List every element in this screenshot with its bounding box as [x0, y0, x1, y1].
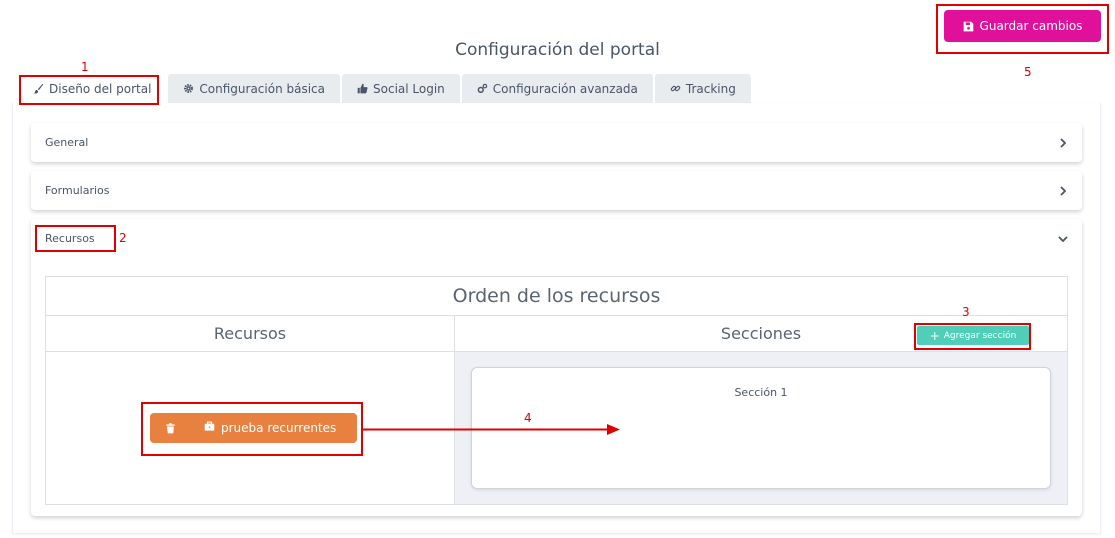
- resource-item[interactable]: prueba recurrentes: [150, 413, 357, 443]
- tab-advanced-config[interactable]: Configuración avanzada: [461, 74, 653, 103]
- plus-icon: +: [929, 328, 940, 343]
- tab-label: Configuración avanzada: [492, 81, 638, 96]
- accordion-resources-label: Recursos: [45, 232, 95, 245]
- tab-label: Diseño del portal: [49, 81, 152, 96]
- add-section-button[interactable]: + Agregar sección: [917, 326, 1029, 345]
- resources-order-table: Orden de los recursos Recursos Secciones…: [45, 276, 1068, 505]
- tab-label: Tracking: [685, 81, 736, 96]
- delete-resource-button[interactable]: [150, 422, 190, 434]
- accordion-resources: Recursos Orden de los recursos Recursos …: [31, 219, 1082, 516]
- accordion-general[interactable]: General: [31, 123, 1082, 162]
- tab-basic-config[interactable]: Configuración básica: [168, 74, 341, 103]
- tab-bar: Diseño del portal Configuración básica S…: [18, 74, 751, 103]
- annotation-number: 2: [119, 231, 127, 245]
- brush-icon: [33, 83, 44, 94]
- save-changes-label: Guardar cambios: [979, 19, 1083, 33]
- accordion-forms[interactable]: Formularios: [31, 171, 1082, 210]
- tab-social-login[interactable]: Social Login: [342, 74, 460, 103]
- link-icon: [670, 85, 681, 92]
- tab-tracking[interactable]: Tracking: [654, 74, 751, 103]
- floppy-disk-icon: [963, 21, 973, 31]
- tab-portal-design[interactable]: Diseño del portal: [18, 74, 167, 103]
- trash-icon: [165, 422, 175, 433]
- chevron-down-icon: [1058, 235, 1068, 242]
- thumbs-up-icon: [357, 83, 368, 94]
- add-section-label: Agregar sección: [943, 330, 1017, 341]
- gear-icon: [184, 84, 194, 93]
- section-card-title: Sección 1: [734, 386, 788, 399]
- drag-arrow-icon: [363, 424, 620, 435]
- chevron-right-icon: [1060, 137, 1067, 148]
- annotation-number: 3: [962, 305, 970, 319]
- annotation-number: 5: [1024, 65, 1032, 79]
- accordion-resources-header[interactable]: Recursos: [31, 219, 1082, 258]
- chevron-right-icon: [1060, 185, 1067, 196]
- resources-order-title: Orden de los recursos: [46, 277, 1067, 316]
- resource-item-label: prueba recurrentes: [221, 421, 337, 435]
- accordion-forms-label: Formularios: [45, 184, 110, 197]
- resources-column-header: Recursos: [46, 316, 455, 351]
- tab-label: Social Login: [373, 81, 445, 96]
- accordion-general-label: General: [45, 136, 89, 149]
- save-changes-button[interactable]: Guardar cambios: [944, 10, 1101, 42]
- tab-label: Configuración básica: [199, 81, 326, 96]
- gears-icon: [477, 83, 488, 94]
- sections-column-header: Secciones + Agregar sección: [455, 316, 1067, 351]
- sections-column-label: Secciones: [720, 324, 802, 343]
- page-title: Configuración del portal: [455, 40, 660, 60]
- annotation-number: 1: [81, 60, 89, 74]
- briefcase-icon: [204, 421, 215, 431]
